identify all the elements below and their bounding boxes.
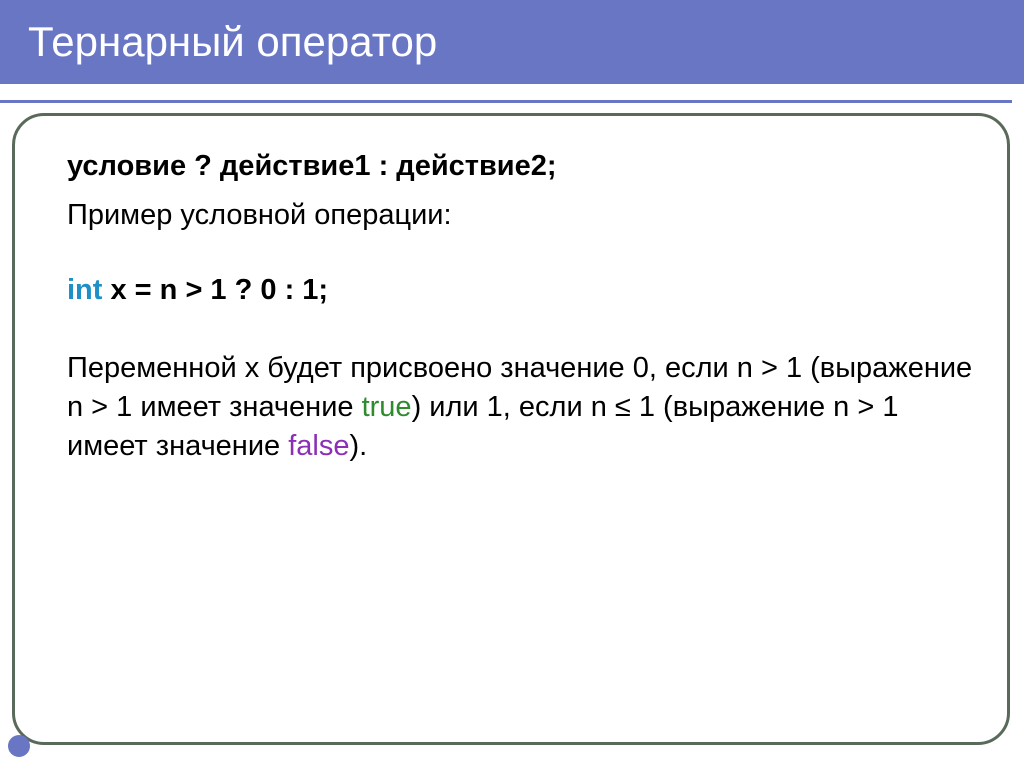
- slide: Тернарный оператор условие ? действие1 :…: [0, 0, 1024, 767]
- slide-title: Тернарный оператор: [28, 18, 437, 65]
- code-example: int x = n > 1 ? 0 : 1;: [67, 274, 975, 307]
- example-label: Пример условной операции:: [67, 199, 975, 232]
- syntax-line: условие ? действие1 : действие2;: [67, 150, 975, 183]
- code-keyword: int: [67, 274, 102, 306]
- title-underline: [0, 100, 1012, 103]
- slide-title-bar: Тернарный оператор: [0, 0, 1024, 84]
- code-rest: x = n > 1 ? 0 : 1;: [102, 274, 328, 306]
- true-keyword: true: [362, 391, 412, 423]
- explanation-part3: ).: [349, 430, 367, 462]
- content-frame: условие ? действие1 : действие2; Пример …: [12, 113, 1010, 745]
- explanation-text: Переменной x будет присвоено значение 0,…: [67, 349, 975, 466]
- false-keyword: false: [288, 430, 349, 462]
- accent-dot-icon: [8, 735, 30, 757]
